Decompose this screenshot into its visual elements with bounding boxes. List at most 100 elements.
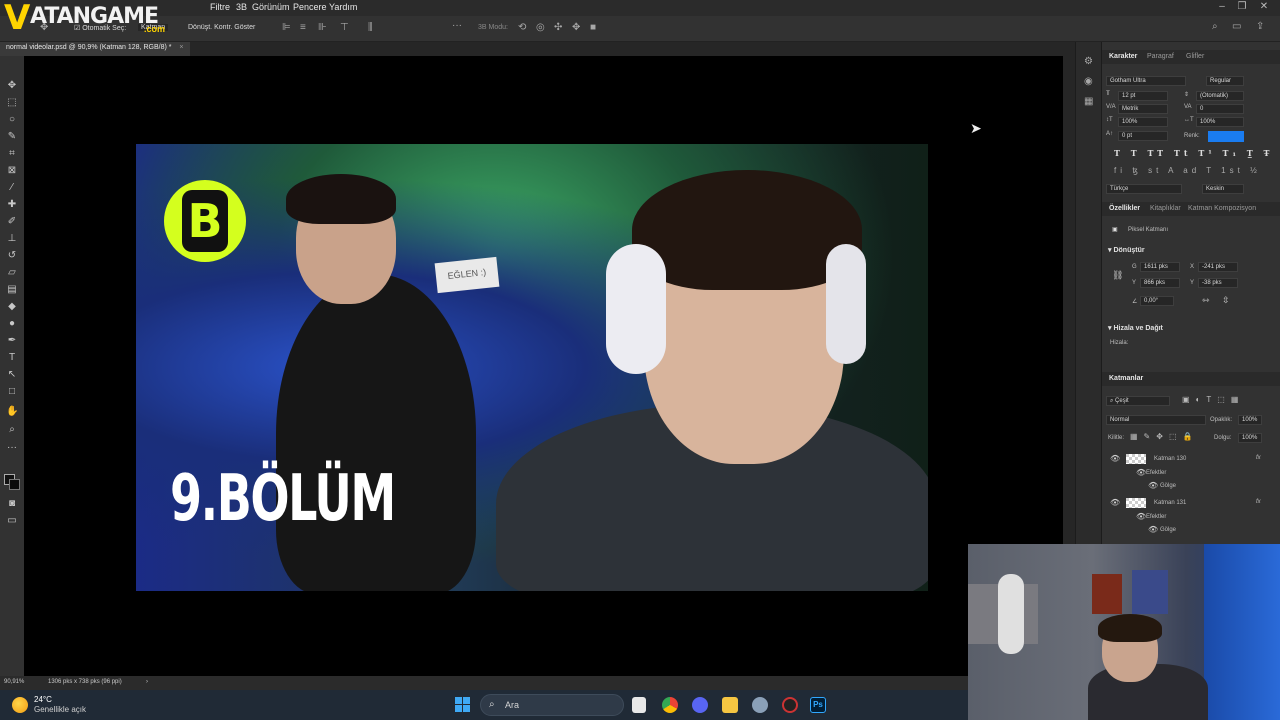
align-section-title[interactable]: ▾ Hizala ve Dağıt (1108, 324, 1163, 332)
task-view-icon[interactable] (632, 697, 646, 713)
flip-horizontal-icon[interactable]: ⇿ (1202, 295, 1210, 306)
font-size-field[interactable]: 12 pt (1118, 91, 1168, 101)
baseline-field[interactable]: 0 pt (1118, 131, 1168, 141)
share-icon[interactable]: ⇪ (1256, 21, 1264, 32)
align-top-icon[interactable]: ⊤ (340, 22, 349, 33)
layer-effect-row[interactable]: 👁 Gölge (1106, 479, 1274, 493)
blur-tool-icon[interactable]: ◆ (6, 301, 18, 313)
fill-field[interactable]: 100% (1238, 433, 1262, 443)
tracking-field[interactable]: 0 (1196, 104, 1244, 114)
lasso-tool-icon[interactable]: ○ (6, 114, 18, 126)
layer-row[interactable]: 👁 Katman 131 fx (1106, 496, 1274, 510)
layer-row[interactable]: 👁 Katman 130 fx (1106, 452, 1274, 466)
quick-mask-icon[interactable]: ◙ (6, 498, 18, 510)
kerning-field[interactable]: Metrik (1118, 104, 1168, 114)
tab-libraries[interactable]: Kitaplıklar (1150, 205, 1181, 212)
discord-icon[interactable] (692, 697, 708, 713)
opacity-field[interactable]: 100% (1238, 415, 1262, 425)
gradient-tool-icon[interactable]: ▤ (6, 284, 18, 296)
visibility-eye-icon[interactable]: 👁 (1110, 498, 1120, 507)
3d-pan-icon[interactable]: ✣ (554, 22, 562, 33)
tab-layer-comps[interactable]: Katman Kompozisyon (1188, 205, 1256, 212)
3d-rotate-icon[interactable]: ⟲ (518, 22, 526, 33)
more-options-icon[interactable]: ··· (452, 20, 462, 31)
lock-icons[interactable]: ▦✎✥⬚🔒 (1130, 432, 1198, 441)
move-tool-icon[interactable]: ✥ (6, 80, 18, 92)
stamp-tool-icon[interactable]: ⊥ (6, 233, 18, 245)
document-tab[interactable]: normal videolar.psd @ 90,9% (Katman 128,… (0, 42, 190, 56)
zoom-tool-icon[interactable]: ⌕ (6, 424, 18, 436)
zoom-level[interactable]: 90,91% (4, 679, 24, 685)
photoshop-icon[interactable]: Ps (810, 697, 826, 713)
width-field[interactable]: 1611 pks (1140, 262, 1180, 272)
brush-tool-icon[interactable]: ✐ (6, 216, 18, 228)
text-style-buttons[interactable]: T T TT Tt T¹ T₁ T̲ T̶ (1114, 148, 1274, 158)
history-panel-icon[interactable]: ⚙ (1084, 56, 1093, 67)
menu-filter[interactable]: Filtre (210, 2, 230, 12)
tab-layers[interactable]: Katmanlar (1109, 375, 1143, 382)
layer-filter-select[interactable]: ⌕ Çeşit (1106, 396, 1170, 406)
grid-panel-icon[interactable]: ▦ (1084, 96, 1093, 107)
language-select[interactable]: Türkçe (1106, 184, 1182, 194)
thumbnail-image[interactable]: EĞLEN :) B 9.BÖLÜM (136, 144, 928, 591)
maximize-icon[interactable]: ❐ (1234, 1, 1250, 13)
close-tab-icon[interactable]: × (179, 44, 183, 51)
taskbar-search[interactable]: ⌕ Ara (480, 694, 624, 716)
layer-filter-icons[interactable]: ▣◐T⬚▦ (1182, 395, 1244, 404)
menu-window[interactable]: Pencere (293, 2, 327, 12)
search-icon[interactable]: ⌕ (1212, 21, 1218, 32)
close-icon[interactable]: ✕ (1256, 1, 1272, 13)
align-right-icon[interactable]: ⊪ (318, 22, 327, 33)
effects-eye-icon[interactable]: 👁 (1136, 512, 1146, 521)
distribute-icon[interactable]: ⫼ (368, 22, 373, 33)
3d-scale-icon[interactable]: ■ (590, 22, 596, 33)
frame-tool-icon[interactable]: ⊠ (6, 165, 18, 177)
opentype-buttons[interactable]: fi ꜩ st A ad T 1st ½ (1114, 166, 1261, 175)
marquee-tool-icon[interactable]: ⬚ (6, 97, 18, 109)
align-left-icon[interactable]: ⊫ (282, 22, 291, 33)
effects-eye-icon[interactable]: 👁 (1136, 468, 1146, 477)
hand-tool-icon[interactable]: ✋ (6, 406, 18, 418)
eyedropper-tool-icon[interactable]: ⁄ (6, 182, 18, 194)
status-arrow-icon[interactable]: › (146, 679, 148, 685)
color-panel-icon[interactable]: ◉ (1084, 76, 1093, 87)
quick-select-tool-icon[interactable]: ✎ (6, 131, 18, 143)
minimize-icon[interactable]: – (1214, 1, 1230, 13)
eraser-tool-icon[interactable]: ▱ (6, 267, 18, 279)
x-field[interactable]: -241 pks (1198, 262, 1238, 272)
tab-properties[interactable]: Özellikler (1109, 205, 1140, 212)
3d-roll-icon[interactable]: ◎ (536, 22, 545, 33)
leading-field[interactable]: (Otomatik) (1196, 91, 1244, 101)
flip-vertical-icon[interactable]: ⇳ (1222, 295, 1230, 306)
tab-character[interactable]: Karakter (1109, 53, 1137, 60)
layer-effects-row[interactable]: 👁 Efektler (1106, 466, 1274, 480)
healing-tool-icon[interactable]: ✚ (6, 199, 18, 211)
history-brush-tool-icon[interactable]: ↺ (6, 250, 18, 262)
workspace-icon[interactable]: ▭ (1232, 21, 1241, 32)
3d-slide-icon[interactable]: ✥ (572, 22, 580, 33)
angle-field[interactable]: 0,00° (1140, 296, 1174, 306)
windows-start-icon[interactable] (455, 697, 471, 713)
link-icon[interactable]: ⛓ (1112, 270, 1123, 281)
font-family-select[interactable]: Gotham Ultra (1106, 76, 1186, 86)
menu-help[interactable]: Yardım (329, 2, 357, 12)
app-icon[interactable] (752, 697, 768, 713)
chrome-icon[interactable] (662, 697, 678, 713)
pen-tool-icon[interactable]: ✒ (6, 335, 18, 347)
fx-icon[interactable]: fx (1256, 499, 1261, 505)
layer-effect-row[interactable]: 👁 Gölge (1106, 523, 1274, 537)
type-tool-icon[interactable]: T (6, 352, 18, 364)
text-color-swatch[interactable] (1208, 131, 1244, 142)
dodge-tool-icon[interactable]: ● (6, 318, 18, 330)
path-select-tool-icon[interactable]: ↖ (6, 369, 18, 381)
weather-icon[interactable] (12, 697, 28, 713)
font-style-select[interactable]: Regular (1206, 76, 1244, 86)
visibility-eye-icon[interactable]: 👁 (1110, 454, 1120, 463)
temperature[interactable]: 24°C (34, 695, 52, 704)
crop-tool-icon[interactable]: ⌗ (6, 148, 18, 160)
align-center-icon[interactable]: ≡ (300, 22, 306, 33)
blend-mode-select[interactable]: Normal (1106, 415, 1206, 425)
rectangle-tool-icon[interactable]: □ (6, 386, 18, 398)
menu-view[interactable]: Görünüm (252, 2, 290, 12)
tab-glyphs[interactable]: Glifler (1186, 53, 1204, 60)
